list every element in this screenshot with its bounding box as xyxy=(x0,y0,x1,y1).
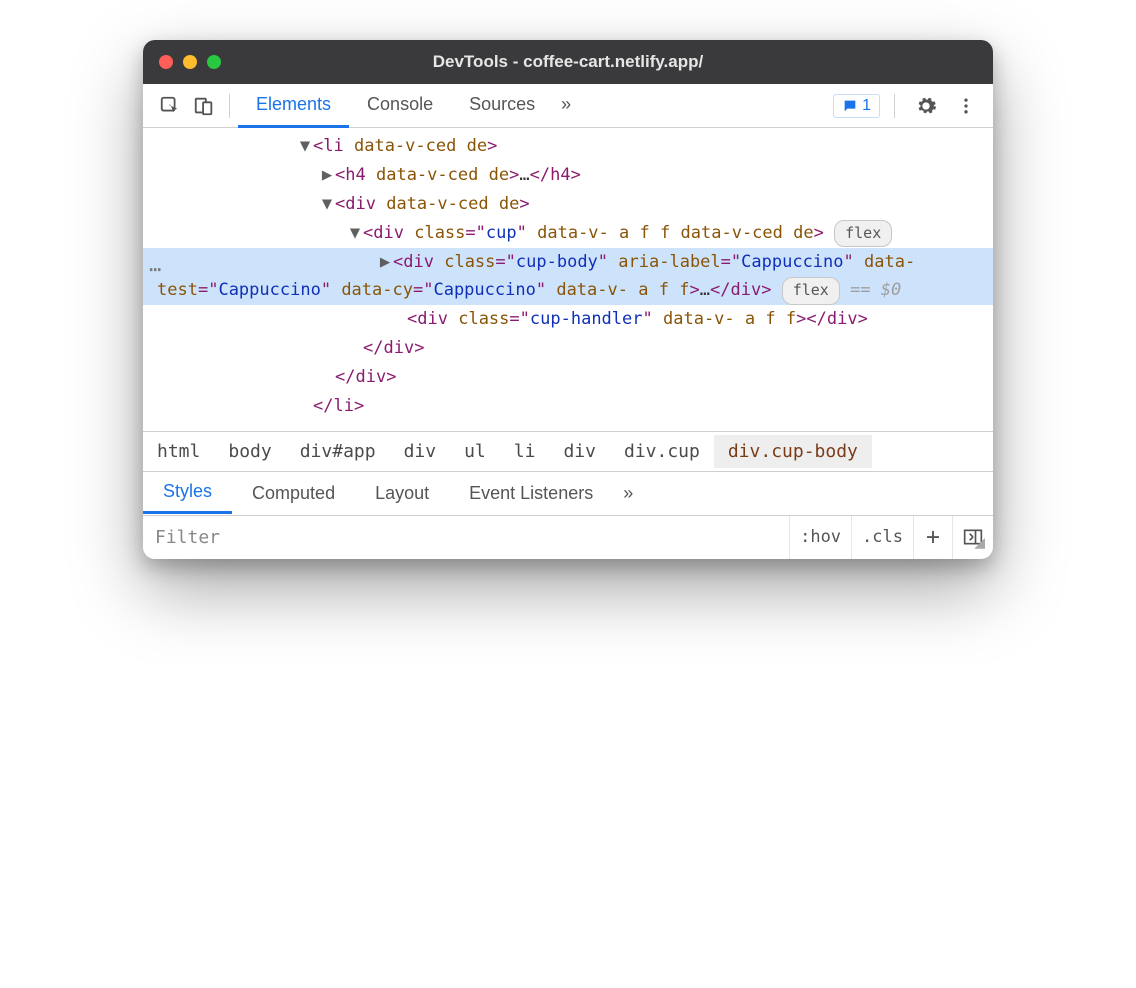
minimize-window-button[interactable] xyxy=(183,55,197,69)
dom-node-row[interactable]: ▼<div class="cup" data-v- a f f data-v-c… xyxy=(143,219,993,248)
device-toggle-icon[interactable] xyxy=(187,89,221,123)
tab-styles[interactable]: Styles xyxy=(143,472,232,514)
dom-node-row[interactable]: <div class="cup-handler" data-v- a f f><… xyxy=(143,305,993,334)
hov-toggle[interactable]: :hov xyxy=(789,516,851,559)
breadcrumb-item[interactable]: div#app xyxy=(286,435,390,468)
expand-arrow-icon[interactable]: ▶ xyxy=(377,248,393,277)
expand-arrow-icon[interactable]: ▶ xyxy=(319,161,335,190)
dom-node-row[interactable]: ▼<div data-v-ced de> xyxy=(143,190,993,219)
tab-console[interactable]: Console xyxy=(349,84,451,128)
toolbar-right: 1 xyxy=(825,89,983,123)
toolbar-separator xyxy=(894,94,895,118)
dom-node-row[interactable]: ▶<h4 data-v-ced de>…</h4> xyxy=(143,161,993,190)
expand-arrow-icon[interactable]: ▼ xyxy=(319,190,335,219)
tab-sources[interactable]: Sources xyxy=(451,84,553,128)
maximize-window-button[interactable] xyxy=(207,55,221,69)
toolbar-separator xyxy=(229,94,230,118)
dom-node-row[interactable]: </li> xyxy=(143,392,993,421)
dom-node-row[interactable]: ▼<li data-v-ced de> xyxy=(143,132,993,161)
breadcrumb-item[interactable]: li xyxy=(500,435,550,468)
breadcrumb-item[interactable]: div.cup-body xyxy=(714,435,872,468)
console-reference: == $0 xyxy=(850,280,901,300)
styles-filter-input[interactable] xyxy=(143,516,789,559)
kebab-menu-icon[interactable] xyxy=(949,89,983,123)
window-title: DevTools - coffee-cart.netlify.app/ xyxy=(143,52,993,72)
tabs-overflow[interactable]: » xyxy=(553,84,579,128)
settings-icon[interactable] xyxy=(909,89,943,123)
breadcrumb-item[interactable]: body xyxy=(214,435,285,468)
dom-node-row[interactable]: ⋯▶<div class="cup-body" aria-label="Capp… xyxy=(143,248,993,306)
flex-badge[interactable]: flex xyxy=(834,220,892,248)
resize-corner-icon[interactable]: ◢ xyxy=(974,534,985,551)
breadcrumb-item[interactable]: div xyxy=(390,435,451,468)
dom-node-row[interactable]: </div> xyxy=(143,334,993,363)
issues-badge[interactable]: 1 xyxy=(833,94,880,118)
toggle-sidebar-icon[interactable] xyxy=(952,516,993,559)
traffic-lights xyxy=(159,55,221,69)
row-actions-icon[interactable]: ⋯ xyxy=(149,252,163,286)
elements-dom-tree[interactable]: ▼<li data-v-ced de>▶<h4 data-v-ced de>…<… xyxy=(143,128,993,431)
close-window-button[interactable] xyxy=(159,55,173,69)
main-toolbar: Elements Console Sources » 1 xyxy=(143,84,993,128)
panel-tabs: Elements Console Sources » xyxy=(238,84,579,128)
window-body: Elements Console Sources » 1 ▼<li xyxy=(143,84,993,559)
breadcrumb-item[interactable]: div.cup xyxy=(610,435,714,468)
breadcrumb-item[interactable]: div xyxy=(549,435,610,468)
breadcrumb-item[interactable]: html xyxy=(143,435,214,468)
dom-breadcrumb[interactable]: htmlbodydiv#appdivullidivdiv.cupdiv.cup-… xyxy=(143,431,993,471)
inspect-element-icon[interactable] xyxy=(153,89,187,123)
styles-tabs-overflow[interactable]: » xyxy=(613,474,643,513)
flex-badge[interactable]: flex xyxy=(782,277,840,305)
tab-event-listeners[interactable]: Event Listeners xyxy=(449,474,613,513)
new-style-rule-button[interactable] xyxy=(913,516,952,559)
issues-count: 1 xyxy=(862,97,871,115)
titlebar: DevTools - coffee-cart.netlify.app/ xyxy=(143,40,993,84)
breadcrumb-item[interactable]: ul xyxy=(450,435,500,468)
styles-filter-row: :hov .cls xyxy=(143,515,993,559)
tab-computed[interactable]: Computed xyxy=(232,474,355,513)
styles-pane-tabs: Styles Computed Layout Event Listeners » xyxy=(143,471,993,515)
expand-arrow-icon[interactable]: ▼ xyxy=(297,132,313,161)
expand-arrow-icon[interactable]: ▼ xyxy=(347,219,363,248)
tab-elements[interactable]: Elements xyxy=(238,84,349,128)
message-icon xyxy=(842,98,858,114)
devtools-window: DevTools - coffee-cart.netlify.app/ Elem… xyxy=(143,40,993,559)
dom-node-row[interactable]: </div> xyxy=(143,363,993,392)
tab-layout[interactable]: Layout xyxy=(355,474,449,513)
cls-toggle[interactable]: .cls xyxy=(851,516,913,559)
